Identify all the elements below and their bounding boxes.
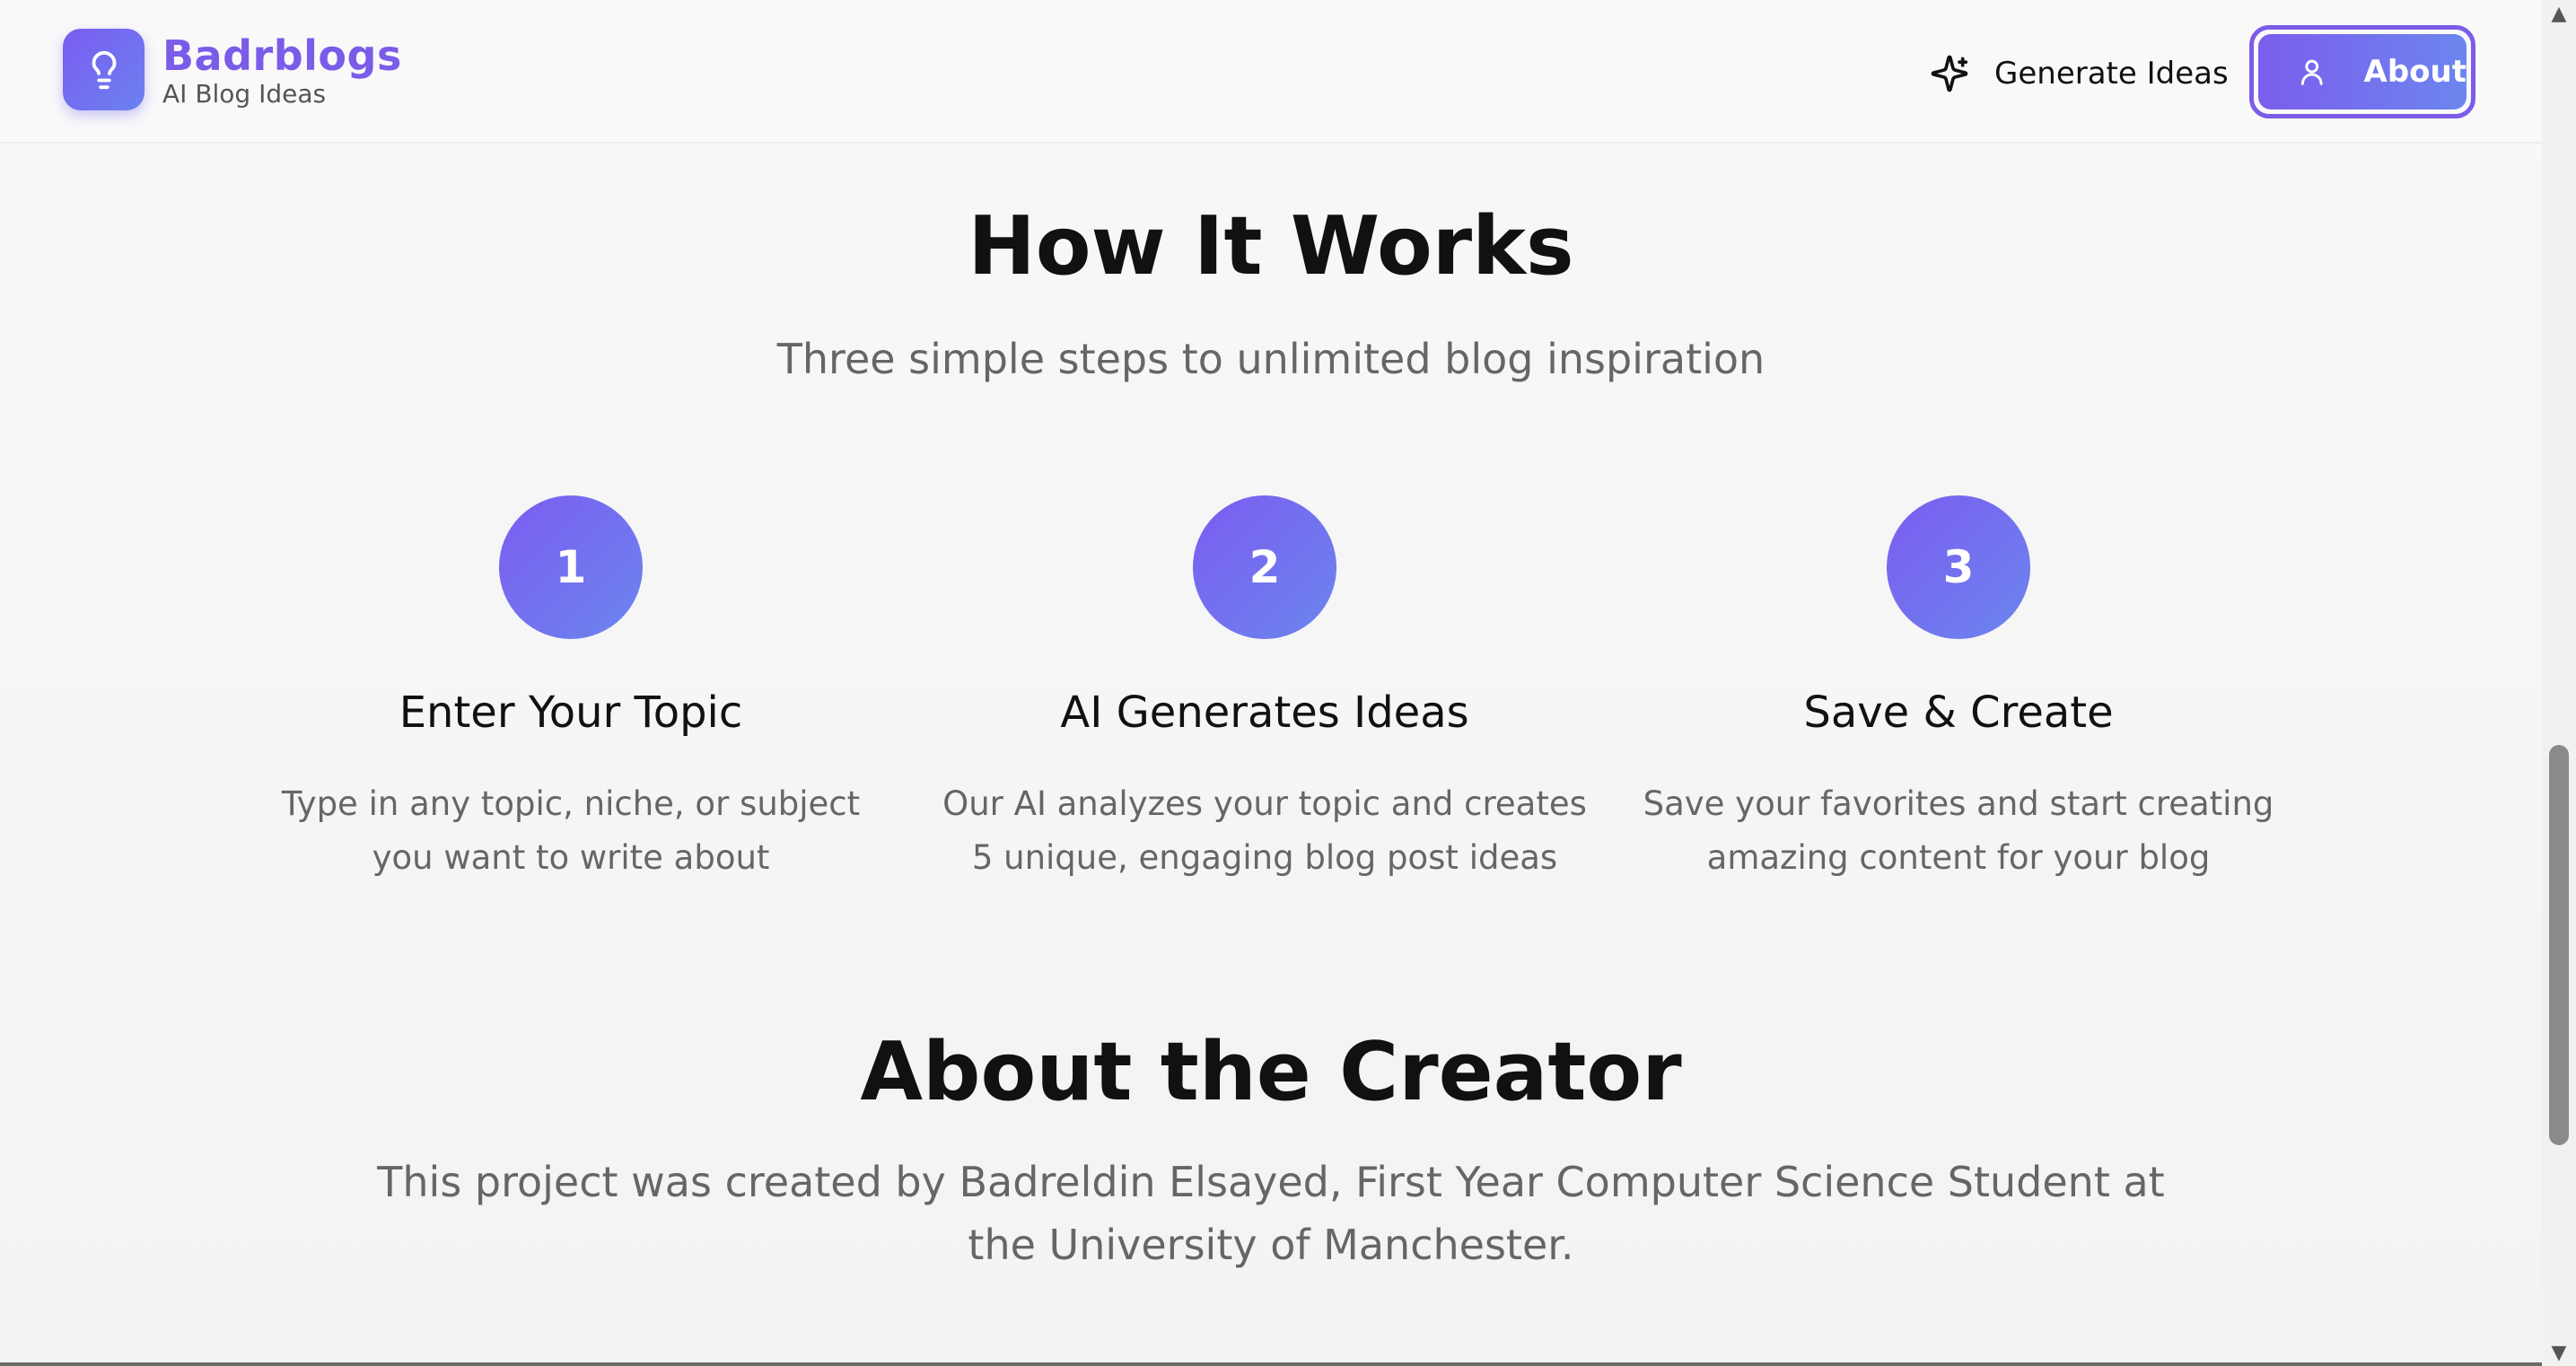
brand[interactable]: Badrblogs AI Blog Ideas (63, 29, 402, 110)
step-description: Save your favorites and start creating a… (1643, 784, 2274, 877)
viewport: Badrblogs AI Blog Ideas Generate Ideas A… (0, 0, 2542, 1366)
lightbulb-icon (92, 50, 116, 89)
sparkles-icon (1931, 55, 1968, 92)
about-creator-text: This project was created by Badreldin El… (377, 1158, 2165, 1269)
step-title: AI Generates Ideas (1060, 687, 1469, 738)
navbar: Badrblogs AI Blog Ideas Generate Ideas A… (0, 0, 2542, 144)
step-card: 1 Enter Your Topic Type in any topic, ni… (230, 495, 912, 885)
how-it-works-title: How It Works (968, 199, 1574, 293)
vertical-scrollbar[interactable]: ▲ ▼ (2542, 0, 2576, 1366)
brand-logo (63, 29, 145, 110)
step-number-badge: 1 (499, 495, 643, 639)
scroll-up-arrow-icon[interactable]: ▲ (2542, 0, 2576, 27)
scroll-down-arrow-icon[interactable]: ▼ (2542, 1339, 2576, 1366)
how-it-works-subtitle: Three simple steps to unlimited blog ins… (776, 335, 1766, 383)
brand-tagline: AI Blog Ideas (162, 78, 327, 109)
step-number-badge: 3 (1887, 495, 2030, 639)
nav-about-button[interactable]: About (2249, 25, 2475, 118)
bottom-divider (0, 1362, 2542, 1366)
brand-name: Badrblogs (162, 31, 402, 80)
step-card: 2 AI Generates Ideas Our AI analyzes you… (924, 495, 1606, 885)
step-number-badge: 2 (1193, 495, 1336, 639)
step-description: Our AI analyzes your topic and creates 5… (942, 784, 1587, 877)
nav-about-button-inner: About (2258, 34, 2466, 109)
page: Badrblogs AI Blog Ideas Generate Ideas A… (0, 0, 2576, 1366)
user-icon (2300, 59, 2323, 85)
nav-about-label: About (2363, 54, 2466, 90)
step-title: Save & Create (1803, 687, 2114, 738)
step-card: 3 Save & Create Save your favorites and … (1617, 495, 2300, 885)
step-description: Type in any topic, niche, or subject you… (281, 784, 861, 877)
step-title: Enter Your Topic (399, 687, 743, 738)
nav-generate-ideas-label: Generate Ideas (1994, 56, 2229, 92)
brand-text: Badrblogs AI Blog Ideas (162, 31, 402, 109)
nav-generate-ideas-link[interactable]: Generate Ideas (1930, 47, 2229, 101)
scrollbar-thumb[interactable] (2549, 745, 2569, 1145)
about-creator-title: About the Creator (860, 1025, 1682, 1119)
